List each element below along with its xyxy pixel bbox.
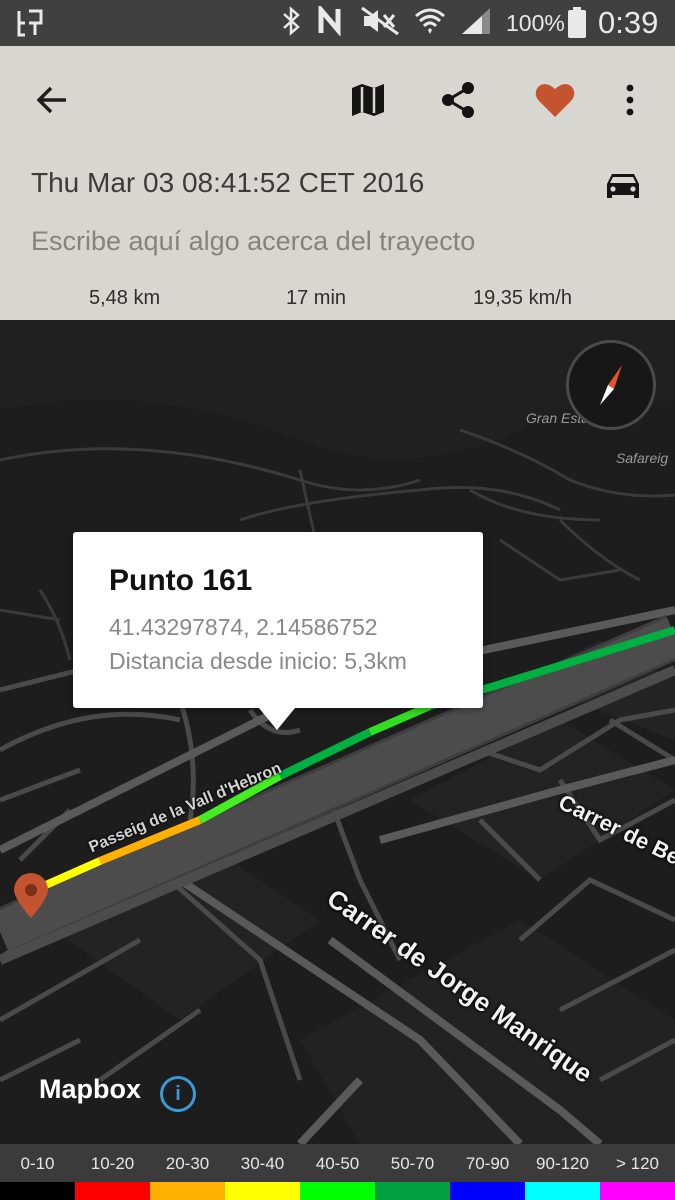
legend-range: 50-70 <box>375 1144 450 1200</box>
legend-range-label: 50-70 <box>390 1154 435 1173</box>
legend-range-swatch <box>225 1182 300 1200</box>
map-icon <box>352 84 384 116</box>
legend-range-label: 20-30 <box>165 1154 210 1173</box>
mute-icon <box>360 6 400 41</box>
legend-range: 30-40 <box>225 1144 300 1200</box>
share-icon <box>442 82 474 118</box>
battery-icon <box>567 7 587 44</box>
more-options-button[interactable] <box>610 74 650 126</box>
share-button[interactable] <box>434 74 482 126</box>
trip-date: Thu Mar 03 08:41:52 CET 2016 <box>31 167 425 198</box>
legend-range: 10-20 <box>75 1144 150 1200</box>
legend-range: > 120 <box>600 1144 675 1200</box>
legend-range-label: > 120 <box>615 1154 659 1173</box>
clock: 0:39 <box>598 5 659 40</box>
network-icon <box>16 9 44 42</box>
point-coordinates: 41.43297874, 2.14586752 <box>109 614 378 640</box>
map-canvas <box>0 320 675 1144</box>
trip-description-field[interactable]: Escribe aquí algo acerca del trayecto <box>31 226 475 257</box>
trip-distance: 5,48 km <box>89 287 161 309</box>
bluetooth-icon <box>280 5 304 41</box>
legend-range-swatch <box>450 1182 525 1200</box>
legend-range: 20-30 <box>150 1144 225 1200</box>
place-label-safareig: Safareig <box>616 450 669 466</box>
legend-range-label: 10-20 <box>90 1154 135 1173</box>
legend-range-swatch <box>375 1182 450 1200</box>
point-distance: Distancia desde inicio: 5,3km <box>109 648 407 674</box>
trip-header: Thu Mar 03 08:41:52 CET 2016 Escribe aqu… <box>0 46 675 320</box>
wifi-icon <box>414 6 446 41</box>
compass-icon <box>600 365 622 405</box>
map-view[interactable]: Gran Estany Safareig Carrer de Jorge Man… <box>0 320 675 1144</box>
legend-range: 0-10 <box>0 1144 75 1200</box>
car-icon <box>607 174 639 198</box>
legend-range: 90-120 <box>525 1144 600 1200</box>
status-bar: 100% 0:39 <box>0 0 675 46</box>
legend-range-swatch <box>150 1182 225 1200</box>
nfc-icon <box>318 2 346 41</box>
legend-range-label: 0-10 <box>20 1154 55 1173</box>
speed-legend: 0-10 10-20 20-30 30-40 40-50 50-70 70-90 90-120… <box>0 1144 675 1200</box>
legend-range-swatch <box>600 1182 675 1200</box>
legend-range-label: 70-90 <box>465 1154 510 1173</box>
trip-avg-speed: 19,35 km/h <box>473 287 572 309</box>
legend-range: 40-50 <box>300 1144 375 1200</box>
info-icon: i <box>175 1082 181 1105</box>
point-info-popup[interactable]: Punto 161 41.43297874, 2.14586752 Distan… <box>73 532 483 730</box>
legend-range-label: 90-120 <box>536 1154 589 1173</box>
map-button[interactable] <box>344 74 392 126</box>
legend-range-label: 30-40 <box>240 1154 285 1173</box>
signal-icon <box>460 6 492 41</box>
legend-range-label: 40-50 <box>315 1154 360 1173</box>
legend-range-swatch <box>75 1182 150 1200</box>
back-button[interactable] <box>24 74 80 126</box>
back-arrow-icon <box>36 86 66 114</box>
battery-percent: 100% <box>506 10 565 36</box>
legend-range-swatch <box>300 1182 375 1200</box>
favorite-button[interactable] <box>528 74 582 126</box>
legend-range: 70-90 <box>450 1144 525 1200</box>
attribution-info-button[interactable]: i <box>160 1076 196 1112</box>
compass-button[interactable] <box>566 340 656 430</box>
legend-range-swatch <box>0 1182 75 1200</box>
heart-icon <box>535 83 575 117</box>
legend-range-swatch <box>525 1182 600 1200</box>
trip-duration: 17 min <box>286 287 347 309</box>
mapbox-logo: Mapbox <box>39 1074 142 1104</box>
point-title: Punto 161 <box>109 564 253 597</box>
transport-mode-button[interactable] <box>600 166 646 206</box>
more-vert-icon <box>626 84 634 116</box>
